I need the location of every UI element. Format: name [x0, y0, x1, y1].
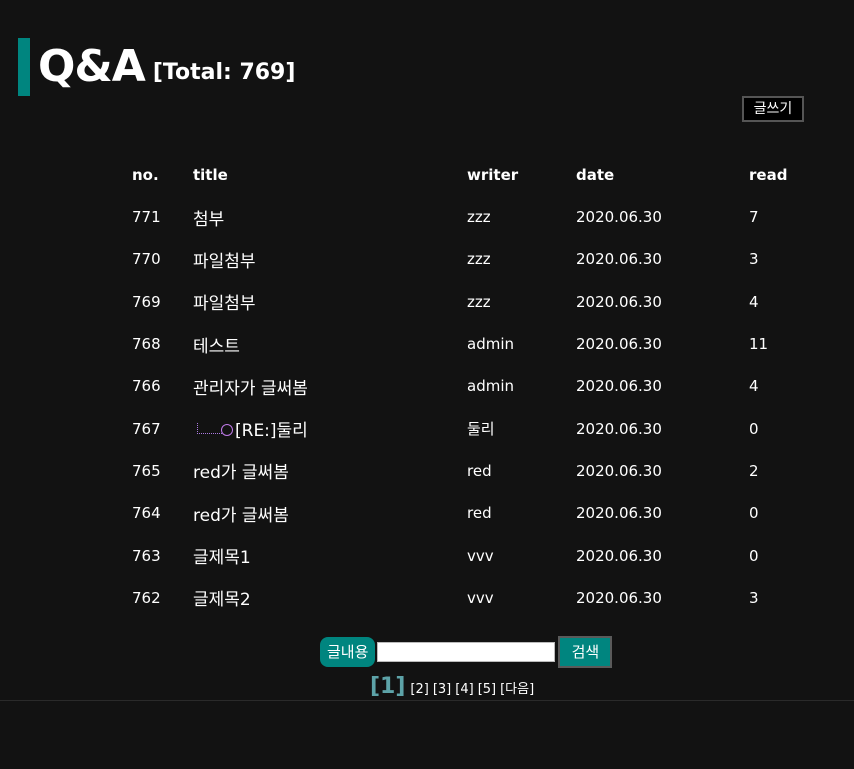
- search-button[interactable]: 검색: [558, 636, 613, 668]
- row-read: 3: [749, 588, 759, 607]
- row-writer: red: [467, 504, 492, 523]
- row-writer: vvv: [467, 588, 494, 607]
- row-writer: vvv: [467, 546, 494, 565]
- row-title-link[interactable]: 파일첨부: [193, 247, 467, 272]
- search-input[interactable]: [377, 642, 556, 662]
- table-row: 769 파일첨부 zzz 2020.06.30 4: [132, 281, 812, 323]
- row-read: 7: [749, 208, 759, 227]
- page: Q&A [Total: 769] 글쓰기 no. title writer da…: [0, 0, 854, 769]
- row-date: 2020.06.30: [576, 335, 662, 354]
- pagination: [1] [2] [3] [4] [5] [다음]: [370, 672, 538, 700]
- row-date: 2020.06.30: [576, 292, 662, 311]
- reply-icon: [193, 421, 233, 437]
- row-read: 0: [749, 546, 759, 565]
- column-header-writer: writer: [467, 166, 519, 184]
- row-read: 11: [749, 335, 769, 354]
- row-writer: admin: [467, 335, 514, 354]
- row-writer: zzz: [467, 208, 491, 227]
- table-row: 766 관리자가 글써봄 admin 2020.06.30 4: [132, 365, 812, 407]
- row-no: 771: [132, 208, 161, 227]
- row-no: 769: [132, 292, 161, 311]
- reply-indent-dots: [197, 422, 222, 434]
- row-date: 2020.06.30: [576, 504, 662, 523]
- page-link[interactable]: [2]: [410, 680, 428, 700]
- write-button[interactable]: 글쓰기: [742, 96, 804, 122]
- row-writer: red: [467, 461, 492, 480]
- table-row: 767 [RE:]둘리 둘리 2020.06.30 0: [132, 407, 812, 449]
- row-read: 4: [749, 292, 759, 311]
- row-writer: zzz: [467, 292, 491, 311]
- table-row: 770 파일첨부 zzz 2020.06.30 3: [132, 238, 812, 280]
- table-row: 762 글제목2 vvv 2020.06.30 3: [132, 577, 812, 619]
- column-header-read: read: [749, 166, 788, 184]
- table-row: 763 글제목1 vvv 2020.06.30 0: [132, 534, 812, 576]
- table-row: 771 첨부 zzz 2020.06.30 7: [132, 196, 812, 238]
- row-title-link[interactable]: 글제목1: [193, 543, 467, 568]
- row-date: 2020.06.30: [576, 377, 662, 396]
- row-title-link[interactable]: [RE:]둘리: [235, 416, 308, 441]
- row-no: 764: [132, 504, 161, 523]
- page-header: Q&A [Total: 769]: [18, 38, 295, 96]
- row-read: 0: [749, 504, 759, 523]
- row-read: 2: [749, 461, 759, 480]
- row-title-link[interactable]: 첨부: [193, 205, 467, 230]
- row-writer: admin: [467, 377, 514, 396]
- row-no: 767: [132, 419, 161, 438]
- row-no: 768: [132, 335, 161, 354]
- row-read: 0: [749, 419, 759, 438]
- row-title-link[interactable]: 파일첨부: [193, 289, 467, 314]
- row-no: 766: [132, 377, 161, 396]
- column-header-date: date: [576, 166, 615, 184]
- footer-divider: [0, 700, 854, 701]
- row-writer: zzz: [467, 250, 491, 269]
- table-row: 768 테스트 admin 2020.06.30 11: [132, 323, 812, 365]
- row-date: 2020.06.30: [576, 461, 662, 480]
- row-title-link[interactable]: red가 글써봄: [193, 458, 467, 483]
- row-date: 2020.06.30: [576, 208, 662, 227]
- row-no: 763: [132, 546, 161, 565]
- row-writer: 둘리: [467, 420, 495, 439]
- search-bar: 글내용 검색: [320, 636, 613, 668]
- table-header: no. title writer date read: [132, 154, 812, 196]
- page-next-link[interactable]: [다음]: [500, 680, 534, 700]
- search-field-select[interactable]: 글내용: [320, 637, 376, 667]
- row-date: 2020.06.30: [576, 250, 662, 269]
- page-link[interactable]: [5]: [478, 680, 496, 700]
- row-no: 765: [132, 461, 161, 480]
- row-title-link[interactable]: 테스트: [193, 332, 467, 357]
- title-accent-bar: [18, 38, 30, 96]
- row-title-link[interactable]: 글제목2: [193, 585, 467, 610]
- page-link[interactable]: [3]: [433, 680, 451, 700]
- board-table: no. title writer date read 771 첨부 zzz 20…: [132, 154, 812, 619]
- table-row: 764 red가 글써봄 red 2020.06.30 0: [132, 492, 812, 534]
- row-title-link[interactable]: red가 글써봄: [193, 501, 467, 526]
- total-count: [Total: 769]: [152, 59, 296, 85]
- column-header-no: no.: [132, 166, 159, 184]
- row-read: 4: [749, 377, 759, 396]
- row-date: 2020.06.30: [576, 588, 662, 607]
- page-current[interactable]: [1]: [370, 674, 405, 700]
- row-no: 770: [132, 250, 161, 269]
- row-date: 2020.06.30: [576, 546, 662, 565]
- page-link[interactable]: [4]: [455, 680, 473, 700]
- row-title-link[interactable]: 관리자가 글써봄: [193, 374, 467, 399]
- table-row: 765 red가 글써봄 red 2020.06.30 2: [132, 450, 812, 492]
- column-header-title: title: [193, 166, 228, 184]
- row-read: 3: [749, 250, 759, 269]
- row-date: 2020.06.30: [576, 419, 662, 438]
- page-title: Q&A: [38, 41, 146, 92]
- row-title-cell: [RE:]둘리: [193, 416, 467, 441]
- row-no: 762: [132, 588, 161, 607]
- reply-face-glyph: [221, 423, 233, 436]
